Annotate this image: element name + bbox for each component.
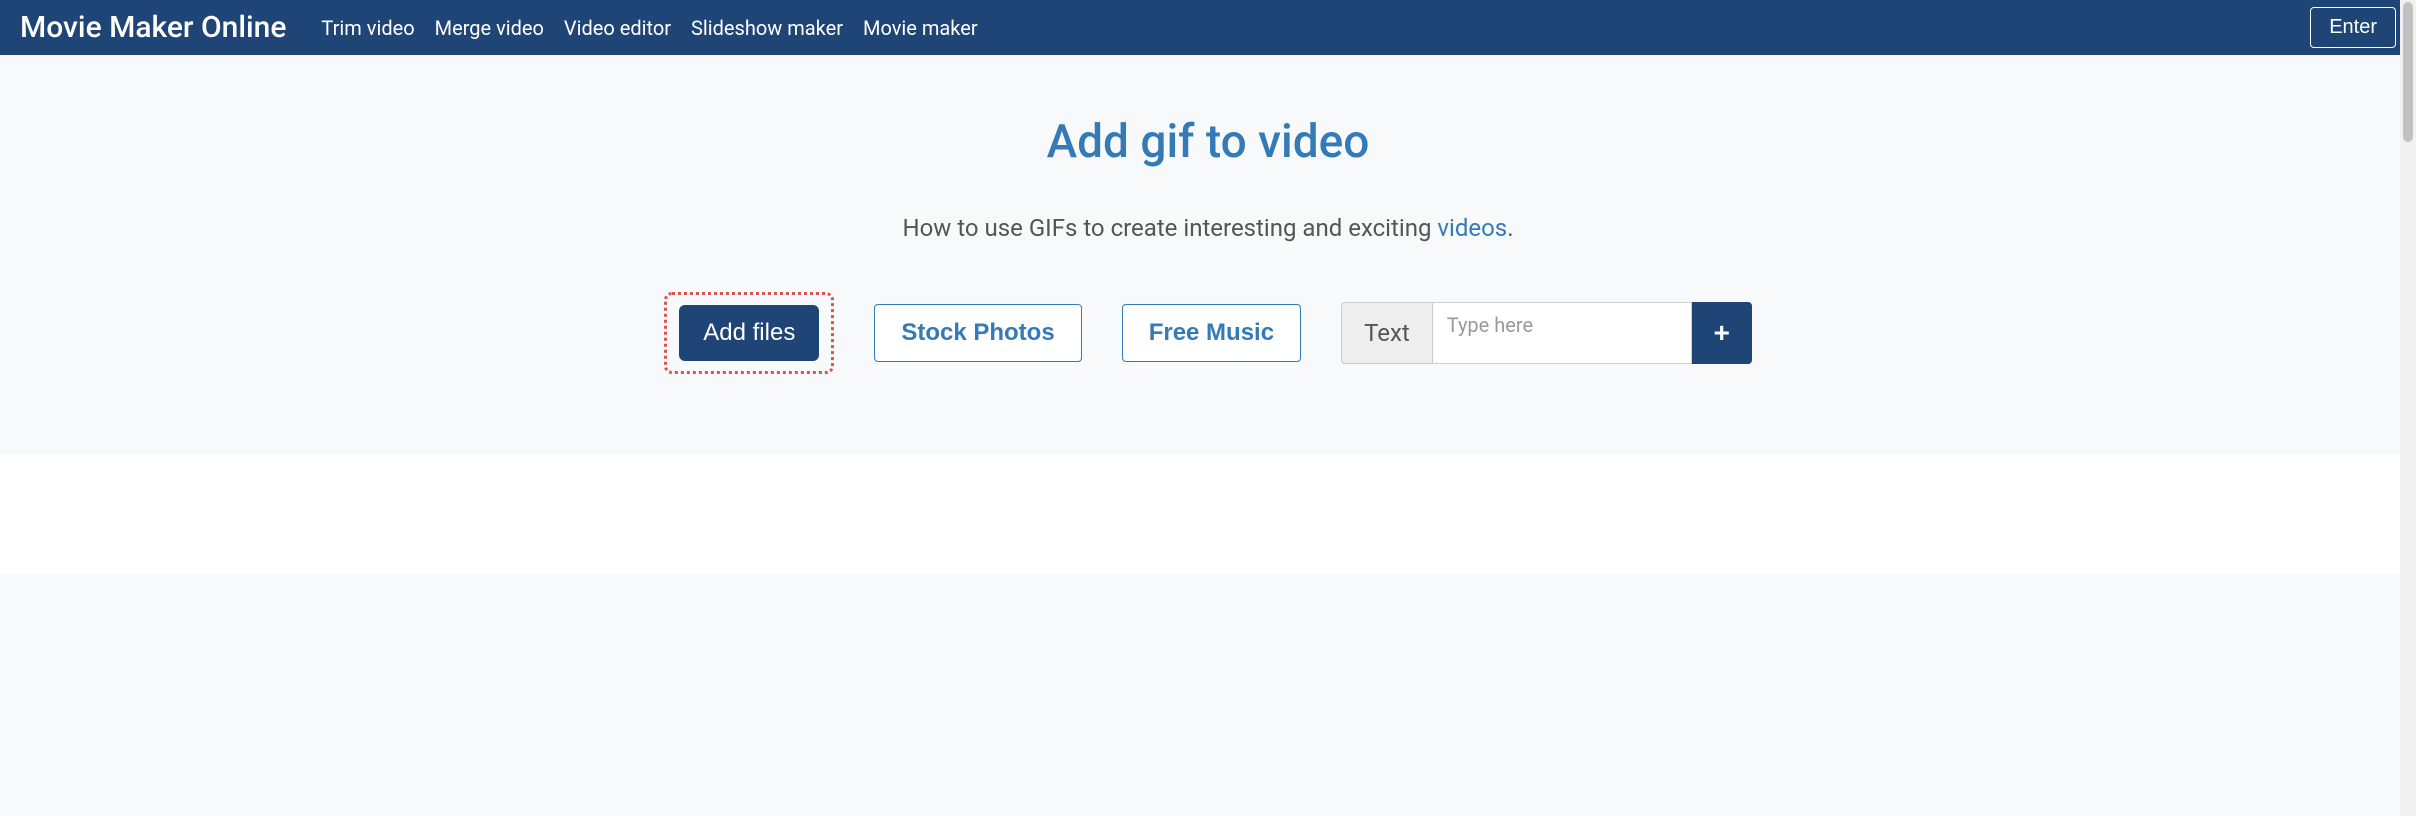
content-area: Add gif to video How to use GIFs to crea… [0,55,2416,454]
subtitle-text-suffix: . [1507,214,1513,242]
text-input-group: Text + [1341,302,1752,364]
nav-link-movie-maker[interactable]: Movie maker [863,16,978,40]
toolbar: Add files Stock Photos Free Music Text + [20,292,2396,374]
brand-logo[interactable]: Movie Maker Online [20,10,286,45]
subtitle-text-prefix: How to use GIFs to create interesting an… [902,214,1437,242]
text-addon-label: Text [1341,302,1432,364]
nav-link-slideshow-maker[interactable]: Slideshow maker [691,16,843,40]
page-subtitle: How to use GIFs to create interesting an… [20,214,2396,242]
below-content [0,454,2416,574]
plus-icon: + [1714,317,1730,348]
enter-button[interactable]: Enter [2310,7,2396,48]
nav-link-trim-video[interactable]: Trim video [321,16,414,40]
text-input[interactable] [1432,302,1692,364]
page-title: Add gif to video [20,115,2396,169]
navbar: Movie Maker Online Trim video Merge vide… [0,0,2416,55]
nav-link-video-editor[interactable]: Video editor [564,16,671,40]
add-text-button[interactable]: + [1692,302,1752,364]
nav-links: Trim video Merge video Video editor Slid… [321,16,977,40]
scrollbar-track[interactable] [2400,0,2416,816]
nav-link-merge-video[interactable]: Merge video [435,16,544,40]
free-music-button[interactable]: Free Music [1122,304,1301,362]
add-files-button[interactable]: Add files [679,305,819,361]
subtitle-link-videos[interactable]: videos [1437,214,1507,242]
add-files-highlight: Add files [664,292,834,374]
stock-photos-button[interactable]: Stock Photos [874,304,1081,362]
navbar-left: Movie Maker Online Trim video Merge vide… [20,10,978,45]
scrollbar-thumb[interactable] [2403,2,2413,142]
